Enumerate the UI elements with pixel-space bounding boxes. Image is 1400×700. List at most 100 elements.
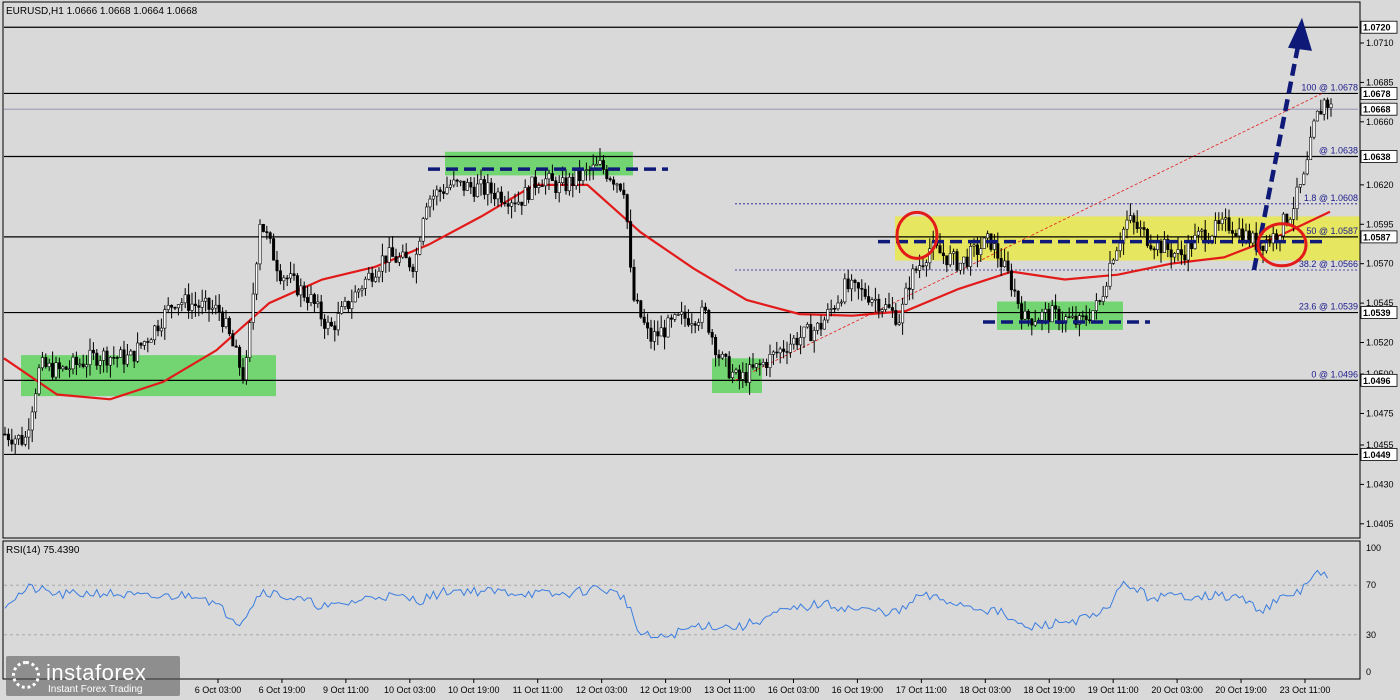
candle-body [384, 255, 388, 263]
candle-body [1003, 260, 1007, 267]
candle-body [1278, 235, 1282, 241]
candle-body [792, 337, 796, 345]
candle-body [802, 326, 806, 338]
candle-body [1040, 311, 1044, 321]
candle-body [20, 434, 24, 445]
rsi-tick-label: 30 [1366, 630, 1376, 640]
fib-label: 23.6 @ 1.0539 [1299, 302, 1358, 312]
candle-body [768, 353, 772, 368]
time-tick-label: 6 Oct 03:00 [195, 685, 242, 695]
candle-body [907, 287, 911, 290]
candle-body [363, 278, 367, 289]
candle-body [754, 363, 758, 368]
candle-body [598, 160, 602, 165]
candle-body [880, 309, 884, 312]
time-tick-label: 10 Oct 03:00 [384, 685, 436, 695]
candle-body [669, 317, 673, 320]
candle-body [23, 436, 27, 445]
level-label-text: 1.0720 [1363, 23, 1391, 33]
candle-body [1237, 228, 1241, 237]
candle-body [901, 303, 905, 324]
candle-body [812, 330, 816, 342]
candle-body [571, 176, 575, 186]
candle-body [884, 304, 888, 310]
candle-body [1213, 220, 1217, 237]
fib-label: 50 @ 1.0587 [1306, 226, 1358, 236]
candle-body [969, 246, 973, 267]
candle-body [513, 202, 517, 205]
candle-body [686, 318, 690, 326]
candle-body [278, 270, 282, 282]
candle-body [567, 176, 571, 192]
candle-body [1009, 270, 1013, 291]
time-tick-label: 20 Oct 03:00 [1151, 685, 1203, 695]
candle-body [785, 351, 789, 353]
level-label-text: 1.0638 [1363, 152, 1391, 162]
candle-body [323, 318, 327, 329]
time-tick-label: 12 Oct 19:00 [640, 685, 692, 695]
candle-body [421, 218, 425, 242]
candle-body [459, 180, 463, 183]
candle-body [234, 345, 238, 348]
candle-body [1013, 289, 1017, 292]
candle-body [462, 180, 466, 191]
candle-body [241, 367, 245, 381]
candle-body [1054, 305, 1058, 310]
candle-body [1169, 249, 1173, 258]
candle-body [1043, 308, 1047, 313]
candle-body [503, 202, 507, 204]
candle-body [561, 177, 565, 183]
candle-body [173, 306, 177, 309]
rsi-tick-label: 0 [1366, 667, 1371, 677]
candle-body [1319, 110, 1323, 115]
candle-body [404, 251, 408, 259]
candle-body [1105, 285, 1109, 297]
candle-body [1098, 300, 1102, 302]
candle-body [510, 202, 514, 207]
candle-body [516, 201, 520, 205]
rsi-header: RSI(14) 75.4390 [6, 545, 80, 556]
candle-body [1071, 315, 1075, 318]
candle-body [183, 294, 187, 304]
candle-body [829, 307, 833, 310]
candle-body [319, 301, 323, 320]
candle-body [248, 322, 252, 358]
candle-body [1224, 217, 1228, 220]
candle-body [465, 182, 469, 191]
candle-body [85, 364, 89, 368]
price-tick-label: 1.0710 [1366, 38, 1394, 48]
candle-body [176, 304, 180, 309]
candle-body [350, 301, 354, 309]
candle-body [836, 302, 840, 310]
candle-body [1118, 242, 1122, 252]
candle-body [663, 327, 667, 338]
candle-body [1200, 229, 1204, 232]
candle-body [91, 349, 95, 354]
candle-body [207, 297, 211, 310]
candle-body [533, 176, 537, 188]
price-tick-label: 1.0595 [1366, 219, 1394, 229]
candle-body [707, 309, 711, 333]
rsi-tick-label: 100 [1366, 543, 1381, 553]
candle-body [897, 322, 901, 325]
candle-body [159, 327, 163, 332]
candle-body [71, 356, 75, 370]
candle-body [102, 350, 106, 361]
candle-body [666, 317, 670, 338]
candle-body [149, 339, 153, 343]
candle-body [863, 288, 867, 297]
candle-body [890, 307, 894, 311]
candle-body [1217, 220, 1221, 225]
candle-body [306, 297, 310, 303]
candle-body [945, 255, 949, 266]
candle-body [1125, 219, 1129, 230]
price-tick-label: 1.0685 [1366, 77, 1394, 87]
time-tick-label: 6 Oct 19:00 [259, 685, 306, 695]
candle-body [1312, 120, 1316, 138]
candle-body [860, 287, 864, 290]
candle-body [142, 341, 146, 346]
candle-body [952, 251, 956, 254]
candle-body [965, 256, 969, 267]
candle-body [282, 277, 286, 282]
candle-body [17, 434, 21, 440]
